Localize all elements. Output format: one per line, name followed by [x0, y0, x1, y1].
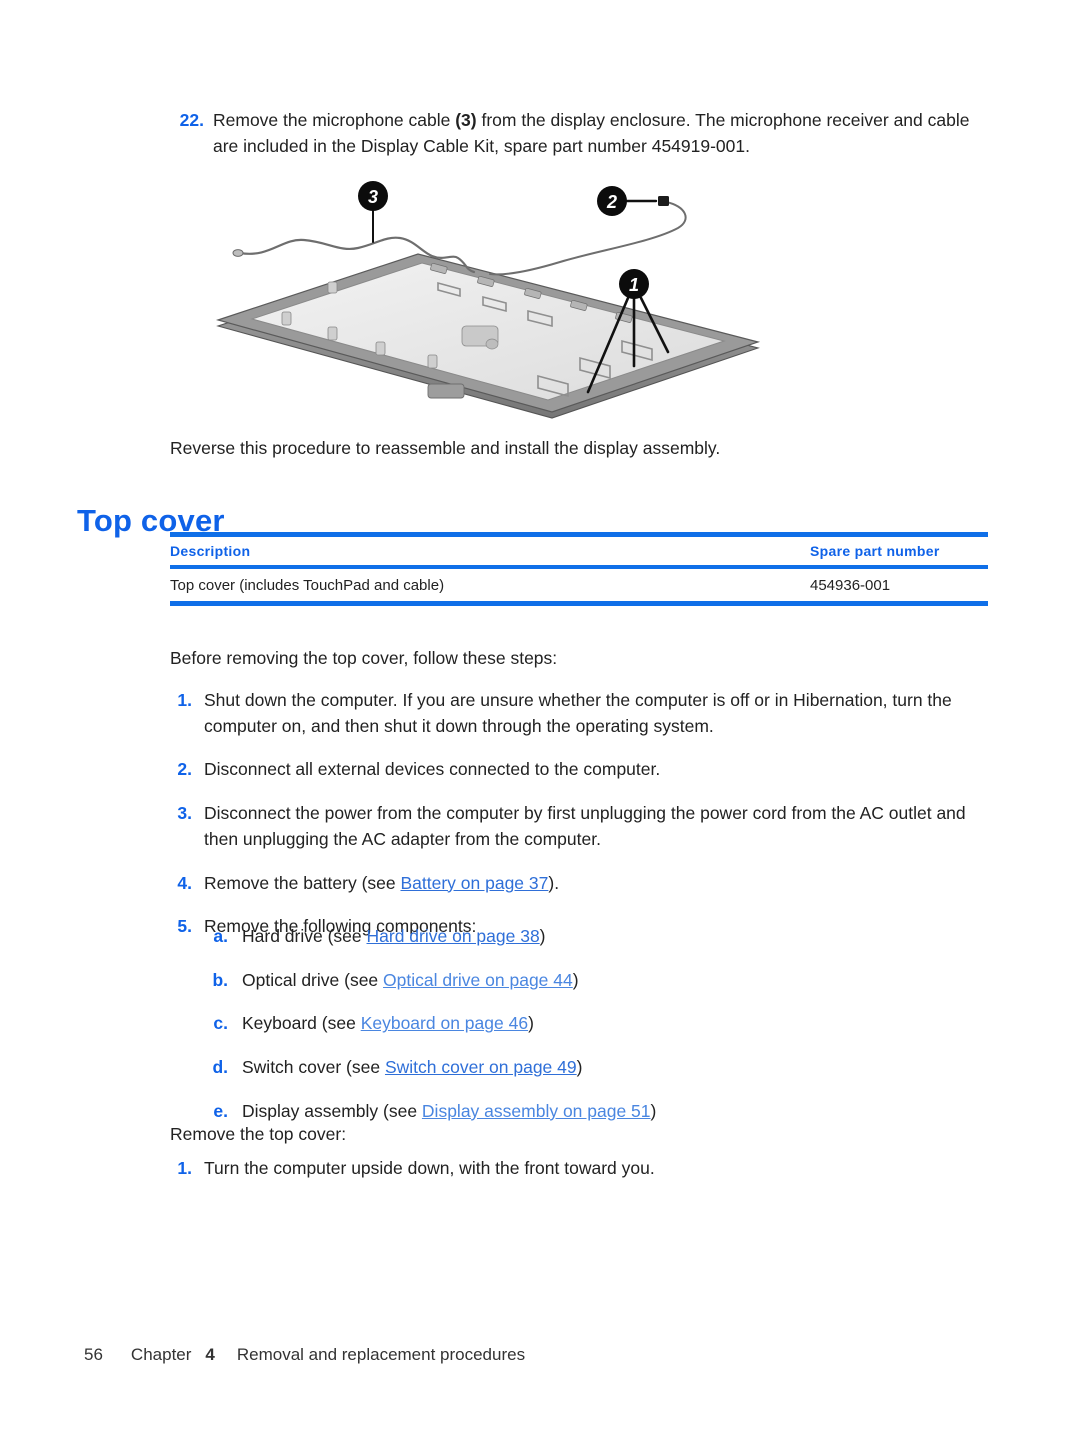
cross-reference-link-keyboard[interactable]: Keyboard on page 46	[361, 1013, 528, 1033]
substep-letter: a.	[213, 926, 228, 946]
enclosure-bracket	[427, 383, 465, 399]
step-22-text: Remove the microphone cable (3) from the…	[213, 108, 990, 159]
step-text-prefix: Remove the battery (see	[204, 872, 401, 893]
step-number: 4.	[177, 872, 192, 893]
step-number: 1.	[177, 690, 192, 710]
substep-letter: d.	[212, 1057, 228, 1078]
remove-top-cover-text: Remove the top cover:	[170, 1124, 347, 1144]
step-item: 3. Disconnect the power from the compute…	[170, 801, 995, 852]
column-header-description: Description	[170, 543, 251, 559]
step-number: 3.	[177, 803, 192, 824]
substep-text-suffix: )	[572, 969, 579, 990]
callout-marker-3: 3	[358, 181, 388, 211]
substep-text-prefix: Hard drive (see	[242, 926, 367, 946]
page-footer: 56 Chapter 4 Removal and replacement pro…	[84, 1345, 525, 1365]
substep-text-prefix: Display assembly (see	[242, 1100, 422, 1121]
table-row: Top cover (includes TouchPad and cable) …	[170, 569, 988, 601]
substep-text-suffix: )	[528, 1013, 534, 1034]
step-number: 2.	[177, 759, 192, 780]
microphone-receiver-end	[232, 249, 244, 257]
antenna-cable	[489, 201, 687, 276]
step-number: 5.	[177, 916, 192, 937]
substep-item: a. Hard drive (see Hard drive on page 38…	[206, 924, 996, 950]
cross-reference-link-display-assembly[interactable]: Display assembly on page 51	[422, 1101, 651, 1121]
cross-reference-link-optical-drive[interactable]: Optical drive on page 44	[383, 970, 573, 990]
substep-text: Hard drive (see Hard drive on page 38)	[242, 924, 996, 950]
component-removal-sublist: a. Hard drive (see Hard drive on page 38…	[206, 924, 996, 1143]
substep-item: e. Display assembly (see Display assembl…	[206, 1099, 996, 1125]
substep-letter: c.	[213, 1013, 228, 1034]
enclosure-logo-plate	[461, 325, 499, 350]
step-number: 1.	[177, 1158, 192, 1178]
step-22: 22. Remove the microphone cable (3) from…	[170, 108, 990, 159]
substep-text-suffix: )	[650, 1100, 657, 1121]
substep-text-prefix: Keyboard (see	[242, 1013, 361, 1034]
removal-steps-list: 1. Turn the computer upside down, with t…	[170, 1156, 995, 1200]
document-page: 22. Remove the microphone cable (3) from…	[0, 0, 1080, 1437]
step-22-number: 22.	[179, 110, 204, 130]
substep-text-prefix: Optical drive (see	[242, 969, 384, 990]
substep-text: Optical drive (see Optical drive on page…	[242, 968, 996, 994]
cell-spare-part-number: 454936-001	[810, 576, 891, 594]
display-enclosure-illustration: 3 2 1	[200, 170, 770, 420]
svg-text:2: 2	[606, 192, 617, 212]
step-text-suffix: ).	[548, 872, 560, 893]
step-item: 1. Shut down the computer. If you are un…	[170, 688, 995, 739]
substep-item: d. Switch cover (see Switch cover on pag…	[206, 1055, 996, 1081]
substep-letter: b.	[212, 969, 228, 990]
cross-reference-link-switch-cover[interactable]: Switch cover on page 49	[385, 1057, 577, 1077]
substep-text-prefix: Switch cover (see	[242, 1057, 385, 1078]
substep-item: b. Optical drive (see Optical drive on p…	[206, 968, 996, 994]
footer-chapter-number: 4	[205, 1345, 215, 1364]
footer-chapter-title: Removal and replacement procedures	[236, 1345, 526, 1364]
svg-text:1: 1	[629, 275, 639, 295]
reverse-procedure-text: Reverse this procedure to reassemble and…	[170, 438, 721, 458]
footer-page-number: 56	[84, 1345, 103, 1364]
antenna-connector	[658, 196, 669, 206]
table-bottom-rule	[170, 601, 988, 606]
table-header-row: Description Spare part number	[170, 537, 988, 565]
substep-text-suffix: )	[576, 1057, 583, 1078]
footer-chapter-word: Chapter	[130, 1345, 192, 1364]
substep-text: Display assembly (see Display assembly o…	[242, 1099, 996, 1125]
column-header-spare-part-number: Spare part number	[810, 543, 940, 559]
spare-parts-table: Description Spare part number Top cover …	[170, 532, 988, 606]
cross-reference-link-battery[interactable]: Battery on page 37	[400, 873, 548, 893]
step-text: Remove the battery (see Battery on page …	[204, 871, 995, 897]
cross-reference-link-hard-drive[interactable]: Hard drive on page 38	[367, 926, 540, 946]
callout-marker-1: 1	[619, 269, 649, 299]
substep-text-suffix: )	[539, 926, 546, 946]
callout-marker-2: 2	[597, 186, 627, 216]
substep-item: c. Keyboard (see Keyboard on page 46)	[206, 1011, 996, 1037]
step-item: 1. Turn the computer upside down, with t…	[170, 1156, 995, 1182]
step-item: 4. Remove the battery (see Battery on pa…	[170, 871, 995, 897]
substep-text: Switch cover (see Switch cover on page 4…	[242, 1055, 996, 1081]
before-removing-text: Before removing the top cover, follow th…	[170, 648, 558, 668]
substep-letter: e.	[213, 1100, 228, 1121]
preparation-steps-list: 1. Shut down the computer. If you are un…	[170, 688, 995, 958]
cell-description: Top cover (includes TouchPad and cable)	[170, 576, 445, 594]
step-22-callout-ref: (3)	[455, 110, 477, 130]
substep-text: Keyboard (see Keyboard on page 46)	[242, 1011, 996, 1037]
step-text: Disconnect the power from the computer b…	[204, 803, 966, 849]
step-item: 2. Disconnect all external devices conne…	[170, 757, 995, 783]
step-22-text-part1: Remove the microphone cable	[213, 110, 456, 130]
svg-text:3: 3	[368, 187, 378, 207]
step-text: Disconnect all external devices connecte…	[204, 759, 661, 780]
step-text: Shut down the computer. If you are unsur…	[204, 690, 952, 736]
step-text: Turn the computer upside down, with the …	[204, 1158, 655, 1178]
